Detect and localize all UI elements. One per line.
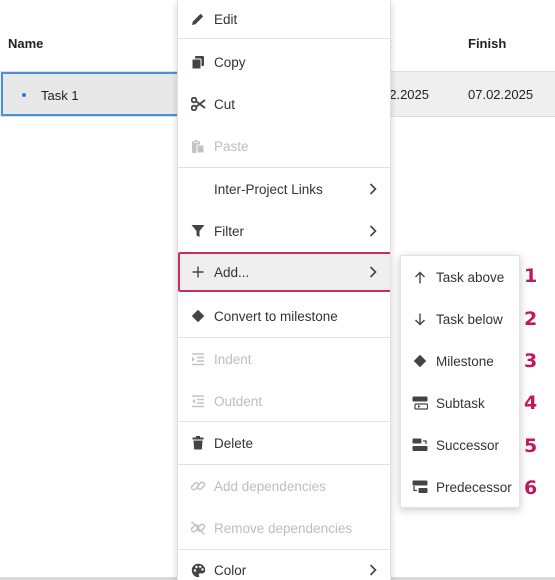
add-submenu: Task above Task below Milestone Subtask … [400, 255, 520, 508]
menu-item-remove-dependencies: Remove dependencies [178, 507, 390, 549]
menu-item-label: Cut [214, 96, 236, 112]
diamond-icon [412, 353, 428, 369]
chevron-right-icon [368, 181, 378, 197]
gantt-view: Name rt Finish Task 1 02.2025 07.02.2025… [0, 0, 555, 580]
palette-icon [190, 562, 206, 578]
diamond-icon [190, 308, 206, 324]
annotation-number-4: 4 [524, 392, 538, 414]
annotation-number-1: 1 [524, 265, 538, 287]
menu-item-label: Add dependencies [214, 478, 326, 494]
menu-item-label: Outdent [214, 393, 263, 409]
submenu-item-label: Task above [436, 269, 505, 285]
submenu-item-successor[interactable]: Successor [401, 424, 521, 466]
finish-cell[interactable]: 07.02.2025 [468, 87, 533, 102]
menu-item-label: Add... [214, 264, 250, 280]
menu-item-label: Convert to milestone [214, 308, 338, 324]
indent-icon [190, 351, 206, 367]
submenu-item-label: Successor [436, 437, 500, 453]
context-menu: Edit Copy Cut Paste Inter-Project Links [177, 0, 391, 580]
submenu-item-task-below[interactable]: Task below [401, 298, 521, 340]
column-header-finish[interactable]: Finish [468, 36, 506, 51]
menu-item-cut[interactable]: Cut [178, 83, 390, 125]
submenu-item-subtask[interactable]: Subtask [401, 382, 521, 424]
predecessor-icon [412, 479, 428, 495]
paste-icon [190, 138, 206, 154]
submenu-item-label: Subtask [436, 395, 485, 411]
column-header-name[interactable]: Name [8, 36, 43, 51]
link-icon [190, 478, 206, 494]
plus-icon [190, 264, 206, 280]
annotation-number-6: 6 [524, 477, 538, 499]
menu-item-add[interactable]: Add... [178, 252, 390, 292]
arrow-up-icon [412, 269, 428, 285]
pencil-icon [190, 11, 206, 27]
annotation-number-2: 2 [524, 308, 538, 330]
menu-item-add-dependencies: Add dependencies [178, 465, 390, 507]
submenu-item-label: Predecessor [436, 479, 512, 495]
submenu-item-milestone[interactable]: Milestone [401, 340, 521, 382]
chevron-right-icon [368, 223, 378, 239]
menu-item-indent: Indent [178, 338, 390, 380]
menu-item-label: Remove dependencies [214, 520, 353, 536]
submenu-item-task-above[interactable]: Task above [401, 256, 521, 298]
menu-item-paste: Paste [178, 125, 390, 167]
chevron-right-icon [368, 264, 378, 280]
chevron-right-icon [368, 562, 378, 578]
bullet-icon [22, 93, 26, 97]
filter-icon [190, 223, 206, 239]
menu-item-inter-project-links[interactable]: Inter-Project Links [178, 168, 390, 210]
menu-item-delete[interactable]: Delete [178, 422, 390, 464]
submenu-item-predecessor[interactable]: Predecessor [401, 466, 521, 508]
menu-item-label: Indent [214, 351, 252, 367]
menu-item-copy[interactable]: Copy [178, 41, 390, 83]
menu-item-label: Copy [214, 54, 246, 70]
menu-item-label: Color [214, 562, 247, 578]
menu-item-label: Inter-Project Links [214, 181, 323, 197]
successor-icon [412, 437, 428, 453]
menu-item-outdent: Outdent [178, 380, 390, 422]
name-cell-selected[interactable]: Task 1 [1, 72, 187, 116]
menu-item-label: Paste [214, 138, 249, 154]
menu-item-convert-to-milestone[interactable]: Convert to milestone [178, 295, 390, 337]
submenu-item-label: Task below [436, 311, 503, 327]
menu-item-color[interactable]: Color [178, 550, 390, 580]
scissors-icon [190, 96, 206, 112]
menu-item-label: Edit [214, 11, 238, 27]
annotation-number-5: 5 [524, 435, 538, 457]
task-name: Task 1 [41, 88, 79, 103]
trash-icon [190, 435, 206, 451]
annotation-number-3: 3 [524, 350, 538, 372]
menu-item-filter[interactable]: Filter [178, 210, 390, 252]
menu-divider [178, 38, 390, 39]
menu-item-label: Delete [214, 435, 254, 451]
menu-item-edit[interactable]: Edit [178, 0, 390, 38]
unlink-icon [190, 520, 206, 536]
outdent-icon [190, 393, 206, 409]
menu-item-label: Filter [214, 223, 244, 239]
copy-icon [190, 54, 206, 70]
subtask-icon [412, 395, 428, 411]
submenu-item-label: Milestone [436, 353, 494, 369]
arrow-down-icon [412, 311, 428, 327]
